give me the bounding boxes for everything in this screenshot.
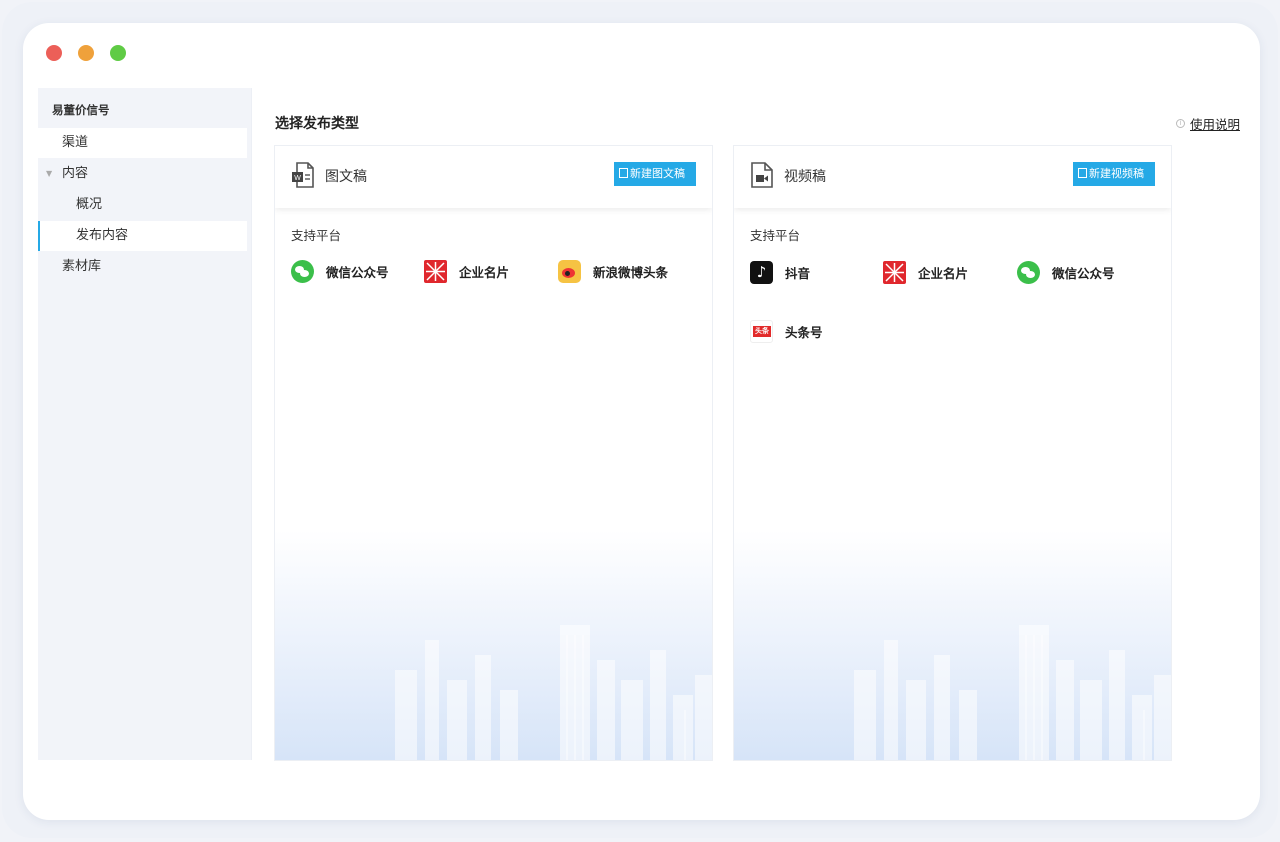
new-document-icon	[1078, 168, 1087, 178]
app-window: 易董价信号 渠道 ▼ 内容 概况 发布内容 素材库 选择发布类型 i 使用说明	[23, 23, 1260, 820]
platform-name: 抖音	[785, 266, 811, 281]
card-header: W 图文稿 新建图文稿	[275, 146, 712, 208]
button-label: 新建视频稿	[1089, 167, 1144, 180]
help-link[interactable]: 使用说明	[1190, 114, 1240, 133]
weibo-icon	[558, 260, 581, 283]
sidebar-item-overview[interactable]: 概况	[38, 190, 247, 220]
toutiao-icon	[750, 320, 773, 343]
platform-item: 微信公众号	[1017, 261, 1115, 284]
supported-platforms-label: 支持平台	[291, 228, 342, 243]
word-document-icon: W	[292, 162, 314, 188]
window-controls	[46, 45, 126, 61]
platform-item: 微信公众号	[291, 260, 389, 283]
sidebar-item-publish-content[interactable]: 发布内容	[38, 221, 247, 251]
platform-name: 新浪微博头条	[593, 265, 669, 280]
svg-text:W: W	[294, 175, 301, 182]
platform-item: 企业名片	[424, 260, 509, 283]
minimize-window-button[interactable]	[78, 45, 94, 61]
platform-name: 企业名片	[918, 266, 969, 281]
info-icon: i	[1175, 119, 1185, 128]
video-card: 视频稿 新建视频稿 支持平台 抖音 企业名片	[734, 146, 1171, 760]
card-header: 视频稿 新建视频稿	[734, 146, 1171, 208]
platform-item: 头条号	[750, 320, 823, 343]
card-title: 视频稿	[784, 169, 826, 185]
new-document-icon	[619, 168, 628, 178]
douyin-icon	[750, 261, 773, 284]
supported-platforms-label: 支持平台	[750, 228, 801, 243]
platform-item: 抖音	[750, 261, 810, 284]
article-card: W 图文稿 新建图文稿 支持平台 微信公众号 企业名片 新浪微博头条	[275, 146, 712, 760]
platform-name: 企业名片	[459, 265, 510, 280]
button-label: 新建图文稿	[630, 167, 685, 180]
video-document-icon	[751, 162, 773, 188]
business-card-icon	[883, 261, 906, 284]
backdrop: 易董价信号 渠道 ▼ 内容 概况 发布内容 素材库 选择发布类型 i 使用说明	[2, 2, 1278, 838]
city-skyline-illustration	[395, 625, 712, 760]
platform-name: 头条号	[785, 325, 823, 340]
wechat-icon	[1017, 261, 1040, 284]
new-video-button[interactable]: 新建视频稿	[1073, 162, 1155, 186]
sidebar-item-channel[interactable]: 渠道	[38, 128, 247, 158]
platform-item: 新浪微博头条	[558, 260, 668, 283]
platform-name: 微信公众号	[326, 265, 389, 280]
business-card-icon	[424, 260, 447, 283]
sidebar-item-label: 内容	[62, 166, 89, 181]
close-window-button[interactable]	[46, 45, 62, 61]
sidebar-item-label: 发布内容	[76, 228, 129, 243]
new-article-button[interactable]: 新建图文稿	[614, 162, 696, 186]
sidebar-item-content[interactable]: ▼ 内容	[38, 159, 247, 189]
card-title: 图文稿	[325, 169, 367, 185]
sidebar-title: 易董价信号	[52, 103, 110, 117]
sidebar-item-label: 渠道	[62, 135, 89, 150]
sidebar-item-label: 素材库	[62, 259, 102, 274]
sidebar-item-material-library[interactable]: 素材库	[38, 252, 247, 282]
city-skyline-illustration	[854, 625, 1171, 760]
help-link-group[interactable]: i 使用说明	[1175, 114, 1240, 133]
chevron-down-icon: ▼	[46, 169, 53, 178]
city-background	[734, 530, 1171, 760]
sidebar: 易董价信号 渠道 ▼ 内容 概况 发布内容 素材库	[38, 88, 252, 760]
sidebar-item-label: 概况	[76, 197, 103, 212]
page-title: 选择发布类型	[275, 116, 359, 132]
city-background	[275, 530, 712, 760]
platform-name: 微信公众号	[1052, 266, 1115, 281]
wechat-icon	[291, 260, 314, 283]
maximize-window-button[interactable]	[110, 45, 126, 61]
platform-item: 企业名片	[883, 261, 968, 284]
